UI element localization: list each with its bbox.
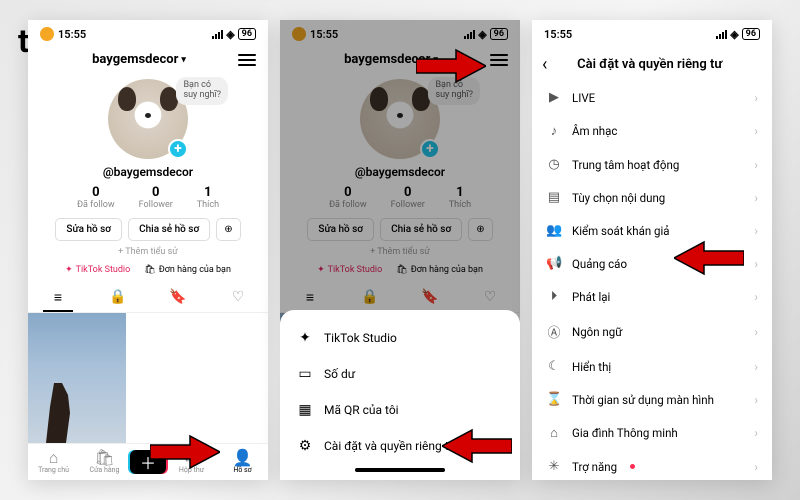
settings-display[interactable]: ☾Hiển thị› — [532, 350, 772, 383]
phone-menu-open: 15:55 ◈ 96 baygemsdecor▾ Bạn cósuy nghĩ?… — [280, 20, 520, 480]
sheet-balance[interactable]: ▭Số dư — [280, 356, 520, 392]
hamburger-menu-button[interactable] — [490, 54, 508, 66]
studio-icon: ✦ — [296, 330, 314, 346]
status-time: 15:55 — [58, 28, 86, 41]
wallet-icon: ▭ — [296, 366, 314, 382]
page-title: Cài đặt và quyền riêng tư — [537, 57, 762, 72]
music-icon: ♪ — [546, 123, 562, 139]
nav-profile[interactable]: 👤Hồ sơ — [217, 450, 268, 474]
home-indicator — [355, 468, 445, 472]
add-bio-link[interactable]: + Thêm tiểu sử — [28, 247, 268, 257]
share-profile-button[interactable]: Chia sẻ hồ sơ — [128, 218, 210, 241]
edit-profile-button: Sửa hồ sơ — [307, 218, 374, 241]
settings-live[interactable]: ▶LIVE› — [532, 81, 772, 114]
add-story-button: + — [420, 139, 440, 159]
sheet-tiktok-studio[interactable]: ✦TikTok Studio — [280, 320, 520, 356]
edit-profile-button[interactable]: Sửa hồ sơ — [55, 218, 122, 241]
nav-shop[interactable]: 🛍Cửa hàng — [79, 450, 130, 474]
tab-locked[interactable]: 🔒 — [88, 283, 148, 312]
share-profile-button: Chia sẻ hồ sơ — [380, 218, 462, 241]
settings-language[interactable]: ⒶNgôn ngữ› — [532, 313, 772, 350]
username-dropdown[interactable]: baygemsdecor▾ — [92, 52, 186, 67]
wifi-icon: ◈ — [478, 28, 486, 41]
settings-playback[interactable]: ⏵Phát lại› — [532, 280, 772, 313]
chevron-right-icon: › — [754, 91, 758, 105]
phone-profile: 15:55 ◈ 96 baygemsdecor▾ Bạn cósuy nghĩ?… — [28, 20, 268, 480]
add-friend-button[interactable]: ⊕ — [216, 218, 240, 241]
audience-icon: 👥 — [546, 223, 562, 238]
orders-link[interactable]: 🛍 Đơn hàng của bạn — [144, 265, 231, 275]
battery-icon: 96 — [742, 28, 760, 40]
gear-icon: ⚙ — [296, 438, 314, 454]
status-bar: 15:55 ◈ 96 — [28, 20, 268, 48]
stat-likes[interactable]: 1Thích — [197, 185, 219, 210]
megaphone-icon: 📢 — [546, 256, 562, 271]
tiktok-studio-link[interactable]: ✦ TikTok Studio — [65, 265, 130, 275]
profile-handle: @baygemsdecor — [28, 165, 268, 179]
qr-icon: ▦ — [296, 402, 314, 418]
profile-handle: @baygemsdecor — [280, 165, 520, 179]
status-time: 15:55 — [544, 28, 572, 41]
annotation-arrow — [674, 238, 744, 278]
coin-icon — [40, 27, 54, 41]
language-icon: Ⓐ — [546, 322, 562, 341]
tab-bookmark[interactable]: 🔖 — [148, 283, 208, 312]
settings-family[interactable]: ⌂Gia đình Thông minh› — [532, 416, 772, 450]
signal-icon — [464, 30, 475, 39]
wifi-icon: ◈ — [730, 28, 738, 41]
settings-screentime[interactable]: ⌛Thời gian sử dụng màn hình› — [532, 383, 772, 416]
add-bio-link: + Thêm tiểu sử — [280, 247, 520, 257]
sheet-qr[interactable]: ▦Mã QR của tôi — [280, 392, 520, 428]
settings-music[interactable]: ♪Âm nhạc› — [532, 114, 772, 148]
live-icon: ▶ — [546, 90, 562, 105]
tab-feed[interactable]: ≡ — [28, 283, 88, 312]
notification-dot-icon — [630, 464, 635, 469]
status-time: 15:55 — [310, 28, 338, 41]
annotation-arrow — [442, 426, 512, 466]
nav-home[interactable]: ⌂Trang chủ — [28, 450, 79, 474]
empty-slot — [225, 313, 268, 443]
coin-icon — [292, 27, 306, 41]
content-icon: ▤ — [546, 190, 562, 205]
accessibility-icon: ✳ — [546, 459, 562, 474]
battery-icon: 96 — [238, 28, 256, 40]
settings-activity[interactable]: ◷Trung tâm hoạt động› — [532, 148, 772, 181]
stat-following[interactable]: 0Đã follow — [77, 185, 115, 210]
stats-row: 0Đã follow 0Follower 1Thích — [28, 185, 268, 210]
settings-accessibility[interactable]: ✳Trợ năng› — [532, 450, 772, 480]
activity-icon: ◷ — [546, 157, 562, 172]
status-bar: 15:55 ◈ 96 — [532, 20, 772, 48]
stat-followers[interactable]: 0Follower — [139, 185, 173, 210]
playback-icon: ⏵ — [546, 289, 562, 304]
annotation-arrow — [416, 46, 486, 86]
signal-icon — [212, 30, 223, 39]
signal-icon — [716, 30, 727, 39]
annotation-arrow — [150, 432, 220, 472]
wifi-icon: ◈ — [226, 28, 234, 41]
hamburger-menu-button[interactable] — [238, 54, 256, 66]
status-bar: 15:55 ◈ 96 — [280, 20, 520, 48]
empty-slot — [127, 313, 225, 443]
family-icon: ⌂ — [546, 425, 562, 441]
battery-icon: 96 — [490, 28, 508, 40]
screentime-icon: ⌛ — [546, 392, 562, 407]
tab-liked[interactable]: ♡ — [208, 283, 268, 312]
video-thumbnail[interactable] — [28, 313, 126, 443]
add-story-button[interactable]: + — [168, 139, 188, 159]
avatar — [360, 79, 440, 159]
settings-content[interactable]: ▤Tùy chọn nội dung› — [532, 181, 772, 214]
phone-settings: 15:55 ◈ 96 ‹ Cài đặt và quyền riêng tư ▶… — [532, 20, 772, 480]
display-icon: ☾ — [546, 359, 562, 374]
chevron-down-icon: ▾ — [181, 55, 186, 65]
thought-bubble[interactable]: Bạn cósuy nghĩ? — [176, 77, 228, 105]
add-friend-button: ⊕ — [468, 218, 492, 241]
